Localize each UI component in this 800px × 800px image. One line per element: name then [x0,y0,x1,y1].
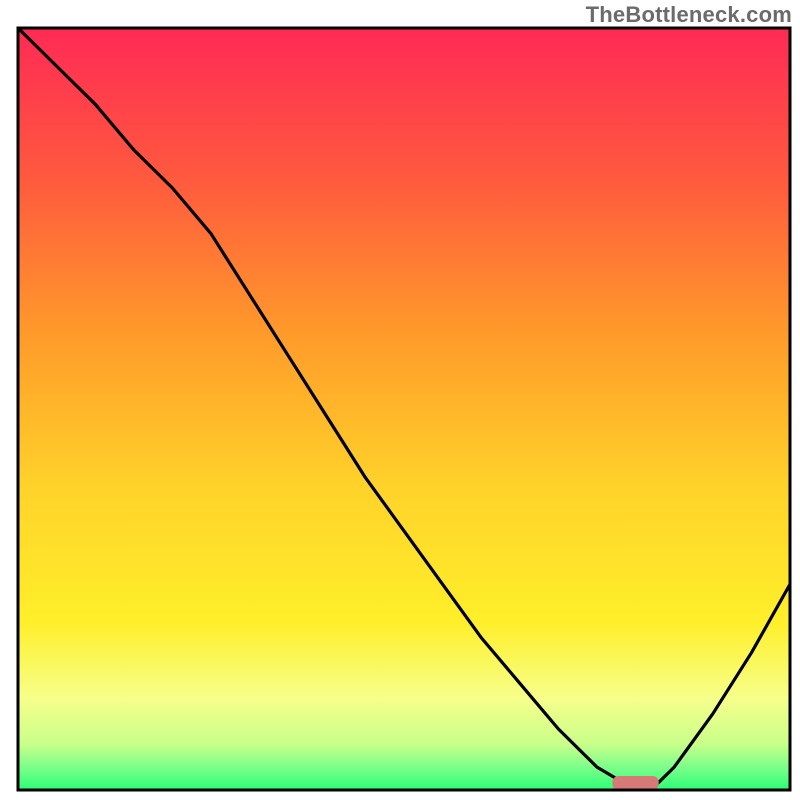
gradient-background [18,28,790,790]
bottleneck-chart [0,0,800,800]
optimal-marker [612,776,658,790]
chart-container: TheBottleneck.com [0,0,800,800]
